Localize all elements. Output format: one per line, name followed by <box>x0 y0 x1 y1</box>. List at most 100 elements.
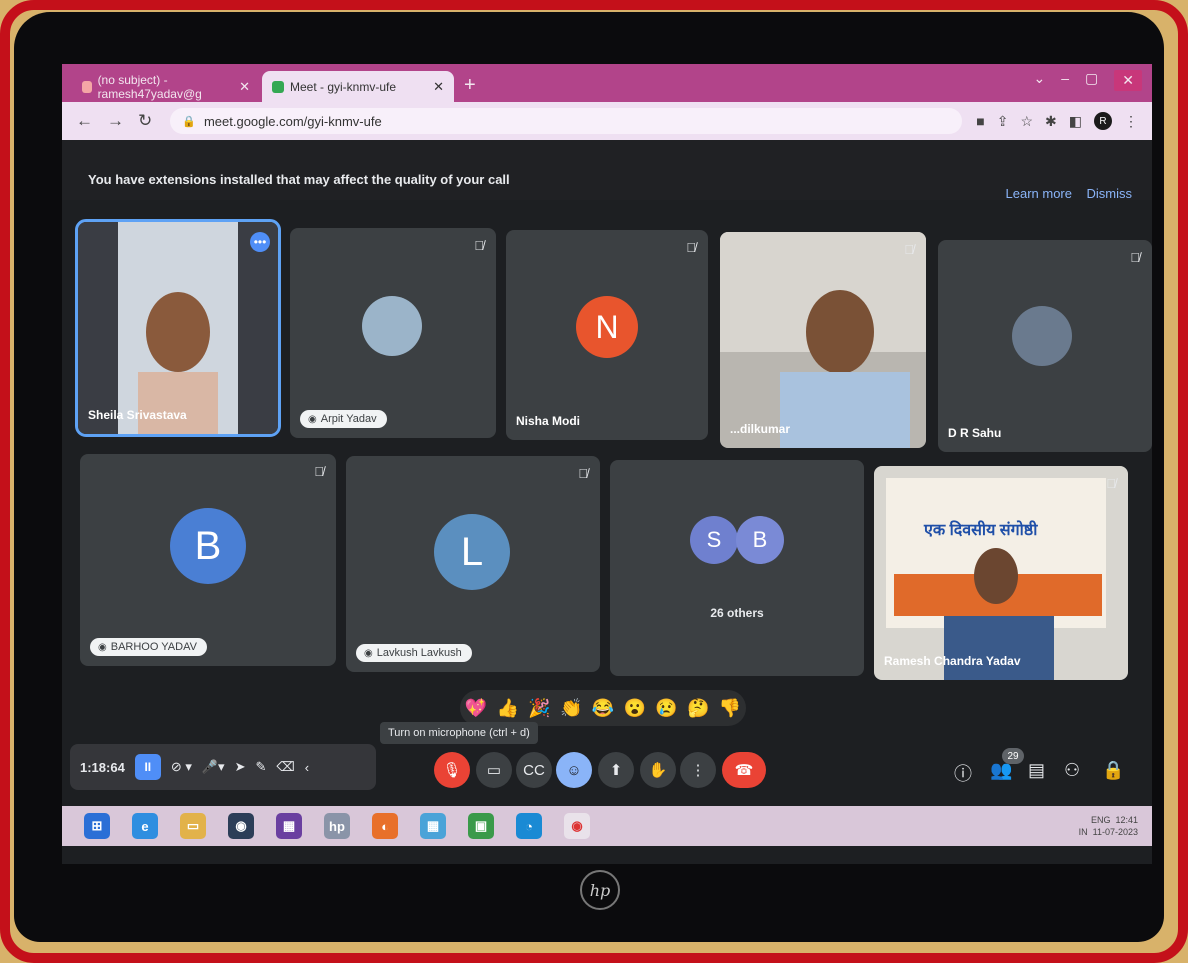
share-icon[interactable]: ⇪ <box>997 113 1009 130</box>
chat-icon[interactable]: ▤ <box>1028 760 1045 781</box>
close-icon[interactable]: ✕ <box>433 79 444 95</box>
url-text: meet.google.com/gyi-knmv-ufe <box>203 113 382 129</box>
participant-name: ...dilkumar <box>730 422 791 436</box>
close-window-icon[interactable]: ✕ <box>1114 70 1142 91</box>
reaction-thinking[interactable]: 🤔 <box>687 698 709 719</box>
chrome-icon[interactable]: ◉ <box>564 813 590 839</box>
others-count: 26 others <box>710 606 764 620</box>
extensions-area: ■ ⇪ ☆ ✱ ◧ R ⋮ <box>976 112 1138 130</box>
info-icon[interactable]: ⓘ <box>954 760 972 786</box>
person-icon: ◉ <box>364 648 373 659</box>
reaction-laugh[interactable]: 😂 <box>592 698 614 719</box>
reaction-thumbs-down[interactable]: 👎 <box>719 698 741 719</box>
dismiss-button[interactable]: Dismiss <box>1087 186 1133 201</box>
participant-tile[interactable]: एक दिवसीय संगोष्ठी 🎙̸ Ramesh Chandra Yad… <box>874 466 1128 680</box>
gmail-icon <box>82 80 92 93</box>
timer: 1:18:64 <box>80 759 125 775</box>
participant-tile[interactable]: 🎙̸ N Nisha Modi <box>506 230 708 440</box>
hp-app-icon[interactable]: hp <box>324 813 350 839</box>
participant-tile[interactable]: 🎙̸ ◉ Arpit Yadav <box>290 228 496 438</box>
app-icon[interactable]: ◉ <box>228 813 254 839</box>
participant-tile-group[interactable]: S B 26 others <box>610 460 864 676</box>
more-options-icon[interactable]: ••• <box>250 232 270 252</box>
browser-tab-bar: (no subject) - ramesh47yadav@g ✕ Meet - … <box>62 64 1152 102</box>
pointer-icon[interactable]: ➤ <box>235 759 246 775</box>
lock-icon: 🔒 <box>182 115 196 128</box>
reaction-thumbs-up[interactable]: 👍 <box>496 698 518 719</box>
participant-tile[interactable]: 🎙̸ ...dilkumar <box>720 232 926 448</box>
name-pill: ◉ Arpit Yadav <box>300 410 387 428</box>
firefox-icon[interactable]: ◐ <box>372 813 398 839</box>
forward-icon[interactable]: → <box>107 111 124 131</box>
mic-tool-icon[interactable]: 🎤▾ <box>202 759 225 775</box>
menu-icon[interactable]: ⋮ <box>1124 113 1138 130</box>
reaction-party[interactable]: 🎉 <box>528 698 550 719</box>
internet-explorer-icon[interactable]: e <box>132 813 158 839</box>
file-explorer-icon[interactable]: ▭ <box>180 813 206 839</box>
photos-icon[interactable]: ▦ <box>276 813 302 839</box>
participant-tile[interactable]: 🎙̸ D R Sahu <box>938 240 1152 452</box>
pause-button[interactable]: II <box>134 754 161 780</box>
chevron-down-icon[interactable]: ⌄ <box>1034 70 1046 91</box>
participant-tile[interactable]: ••• Sheila Srivastava <box>75 219 281 437</box>
new-tab-button[interactable]: + <box>464 74 476 97</box>
learn-more-link[interactable]: Learn more <box>1006 186 1072 201</box>
meeting-controls: 1:18:64 II ⊘ ▾ 🎤▾ ➤ ✎ ⌫ ‹ 🎙 ▭ CC ☺ ⬆ ✋ ⋮… <box>62 736 1152 796</box>
participant-tile[interactable]: 🎙̸ L ◉ Lavkush Lavkush <box>346 456 600 672</box>
participant-letter-avatar: B <box>736 516 784 564</box>
profile-avatar[interactable]: R <box>1094 112 1112 130</box>
reload-icon[interactable]: ↻ <box>138 111 152 131</box>
store-icon[interactable]: ▣ <box>468 813 494 839</box>
emoji-button[interactable]: ☺ <box>556 752 592 788</box>
participant-letter-avatar: B <box>170 508 246 584</box>
star-icon[interactable]: ☆ <box>1020 113 1033 130</box>
activities-icon[interactable]: ⚇ <box>1064 760 1080 781</box>
sidepanel-icon[interactable]: ◧ <box>1069 113 1082 130</box>
app-grid-icon[interactable]: ▦ <box>420 813 446 839</box>
mic-off-icon: 🎙̸ <box>578 466 588 481</box>
back-icon[interactable]: ← <box>76 111 93 131</box>
tab-gmail[interactable]: (no subject) - ramesh47yadav@g ✕ <box>72 71 260 102</box>
mic-off-icon: 🎙̸ <box>904 242 914 257</box>
close-icon[interactable]: ✕ <box>239 79 250 95</box>
extension-icon[interactable]: ✱ <box>1045 113 1057 130</box>
collapse-icon[interactable]: ‹ <box>305 760 309 775</box>
reaction-heart[interactable]: 💖 <box>465 698 487 719</box>
window-controls: ⌄ – ▢ ✕ <box>1034 70 1142 91</box>
eraser-icon[interactable]: ⌫ <box>276 759 294 775</box>
captions-button[interactable]: CC <box>516 752 552 788</box>
url-field[interactable]: 🔒 meet.google.com/gyi-knmv-ufe <box>170 108 963 134</box>
participant-tile[interactable]: 🎙̸ B ◉ BARHOO YADAV <box>80 454 336 666</box>
maximize-icon[interactable]: ▢ <box>1085 70 1098 91</box>
camera-button[interactable]: ▭ <box>476 752 512 788</box>
participant-letter-avatar: N <box>576 296 638 358</box>
present-button[interactable]: ⬆ <box>598 752 634 788</box>
laptop-bezel: (no subject) - ramesh47yadav@g ✕ Meet - … <box>14 12 1164 942</box>
minimize-icon[interactable]: – <box>1061 70 1069 91</box>
mic-off-icon: 🎙̸ <box>1106 476 1116 491</box>
people-icon[interactable]: 👥 <box>990 760 1012 781</box>
participant-letter-avatar: S <box>690 516 738 564</box>
region: IN <box>1078 827 1088 837</box>
participant-name: Nisha Modi <box>516 414 581 428</box>
mic-off-icon: 🎙̸ <box>686 240 696 255</box>
start-icon[interactable]: ⊞ <box>84 813 110 839</box>
reaction-surprised[interactable]: 😮 <box>624 698 646 719</box>
mic-off-tool-icon[interactable]: ⊘ ▾ <box>171 759 192 775</box>
host-controls-icon[interactable]: 🔒 <box>1102 760 1124 781</box>
tab-meet[interactable]: Meet - gyi-knmv-ufe ✕ <box>262 71 454 102</box>
video-feed <box>78 222 278 434</box>
edge-icon[interactable]: ◔ <box>516 813 542 839</box>
more-options-button[interactable]: ⋮ <box>680 752 716 788</box>
video-feed <box>874 466 1128 680</box>
microphone-button[interactable]: 🎙 <box>434 752 470 788</box>
laptop-screen: (no subject) - ramesh47yadav@g ✕ Meet - … <box>62 64 1152 864</box>
camera-icon[interactable]: ■ <box>976 113 984 129</box>
reaction-sad[interactable]: 😢 <box>655 698 677 719</box>
pen-icon[interactable]: ✎ <box>255 759 266 775</box>
reaction-clap[interactable]: 👏 <box>560 698 582 719</box>
end-call-button[interactable]: ☎ <box>722 752 766 788</box>
extension-warning: You have extensions installed that may a… <box>62 140 1152 201</box>
raise-hand-button[interactable]: ✋ <box>640 752 676 788</box>
warning-text: You have extensions installed that may a… <box>88 172 510 187</box>
